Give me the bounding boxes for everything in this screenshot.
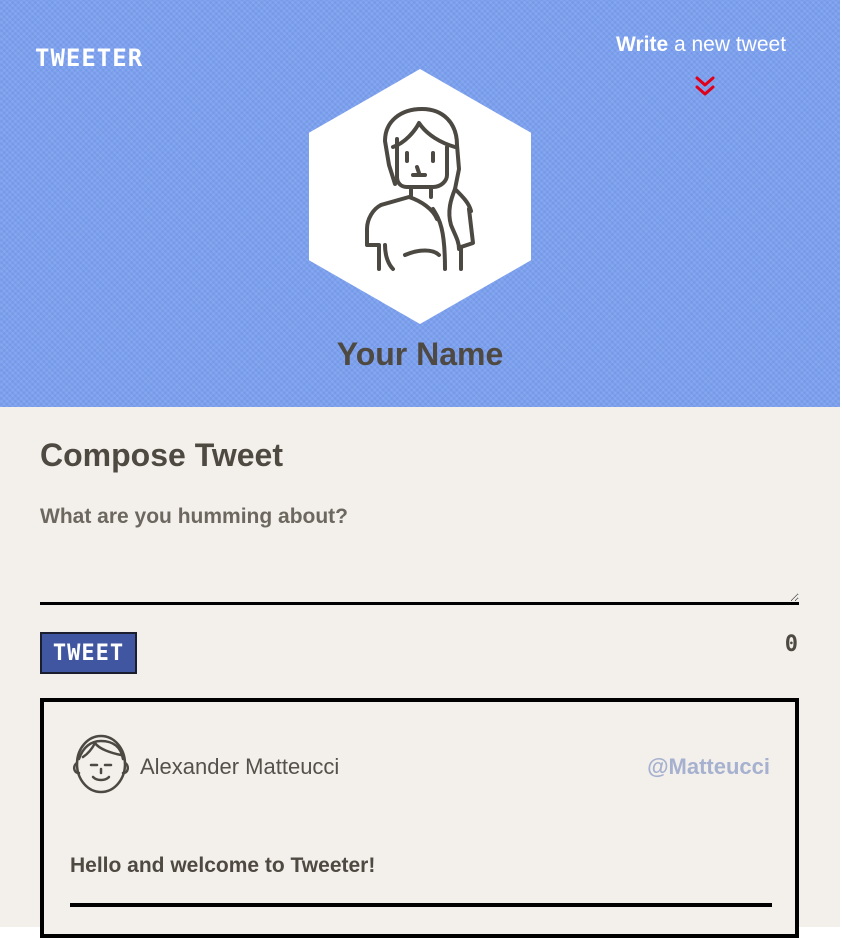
write-link-strong: Write bbox=[616, 33, 669, 56]
write-link-rest: a new tweet bbox=[668, 33, 787, 56]
tweet-divider bbox=[70, 903, 772, 907]
tweet-button[interactable]: TWEET bbox=[40, 632, 137, 674]
profile-name: Your Name bbox=[336, 336, 504, 372]
chevron-double-down-icon[interactable] bbox=[694, 74, 716, 98]
profile-header: TWEETER Write a new tweet Your Name bbox=[0, 0, 840, 407]
user-avatar-icon bbox=[73, 734, 129, 794]
tweet-card: Alexander Matteucci @Matteucci Hello and… bbox=[40, 698, 799, 938]
brand-logo[interactable]: TWEETER bbox=[35, 44, 143, 72]
tweet-author-handle[interactable]: @Matteucci bbox=[647, 754, 770, 780]
profile-avatar bbox=[309, 69, 531, 324]
page: TWEETER Write a new tweet Your Name Comp… bbox=[0, 0, 842, 938]
tweet-author-name: Alexander Matteucci bbox=[140, 754, 340, 779]
compose-textarea[interactable] bbox=[40, 505, 799, 605]
tweet-text: Hello and welcome to Tweeter! bbox=[70, 854, 376, 877]
char-counter: 0 bbox=[784, 632, 798, 657]
compose-title: Compose Tweet bbox=[40, 437, 283, 473]
write-new-tweet-link[interactable]: Write a new tweet bbox=[616, 33, 786, 57]
